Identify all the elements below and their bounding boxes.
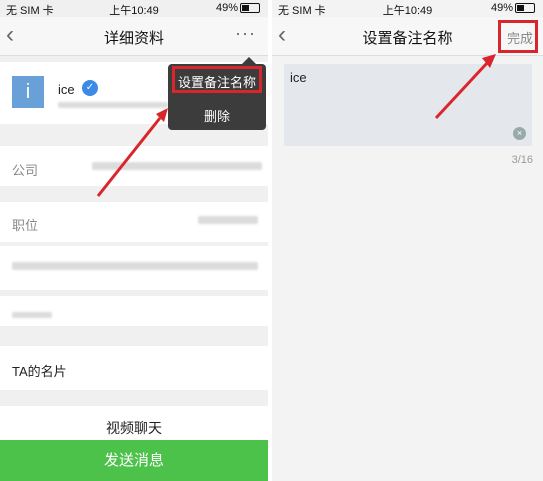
remark-screen: 无 SIM 卡 上午10:49 49% ‹ 设置备注名称 完成 ice × 3/… bbox=[272, 0, 543, 481]
phone-row bbox=[0, 296, 268, 326]
page-title: 详细资料 bbox=[103, 30, 164, 47]
send-message-button[interactable]: 发送消息 bbox=[0, 440, 268, 481]
position-label: 职位 bbox=[12, 218, 39, 233]
status-bar: 无 SIM 卡 上午10:49 49% bbox=[272, 0, 543, 17]
highlight-box bbox=[172, 66, 262, 93]
nickname: ice bbox=[58, 82, 75, 97]
profile-screen: 无 SIM 卡 上午10:49 49% ‹ 详细资料 ··· i ice ✓ 公… bbox=[0, 0, 268, 481]
remark-input[interactable]: ice × bbox=[284, 64, 532, 146]
blurred-account bbox=[58, 102, 168, 108]
status-bar: 无 SIM 卡 上午10:49 49% bbox=[0, 0, 268, 17]
nav-bar: ‹ 详细资料 ··· bbox=[0, 17, 268, 56]
blurred-company bbox=[92, 162, 262, 170]
battery-percent: 49% bbox=[490, 2, 513, 14]
company-label: 公司 bbox=[12, 163, 39, 178]
menu-arrow bbox=[242, 57, 256, 64]
verified-icon: ✓ bbox=[82, 80, 98, 96]
battery-icon bbox=[240, 3, 260, 14]
battery-status: 49% bbox=[216, 2, 260, 14]
battery-status: 49% bbox=[491, 2, 535, 14]
delete-menu-item[interactable]: 删除 bbox=[168, 106, 266, 125]
clear-icon[interactable]: × bbox=[513, 127, 526, 140]
blurred-phone bbox=[12, 312, 52, 318]
avatar[interactable]: i bbox=[12, 76, 44, 108]
blurred-info bbox=[12, 262, 258, 270]
blurred-position bbox=[198, 216, 258, 224]
card-link-label: TA的名片 bbox=[12, 364, 67, 379]
battery-icon bbox=[515, 3, 535, 14]
remark-value: ice bbox=[290, 70, 307, 85]
highlight-box bbox=[498, 20, 538, 53]
char-counter: 3/16 bbox=[511, 154, 533, 166]
video-chat-button[interactable]: 视频聊天 bbox=[0, 418, 268, 438]
more-icon[interactable]: ··· bbox=[235, 23, 256, 44]
battery-percent: 49% bbox=[215, 2, 238, 14]
